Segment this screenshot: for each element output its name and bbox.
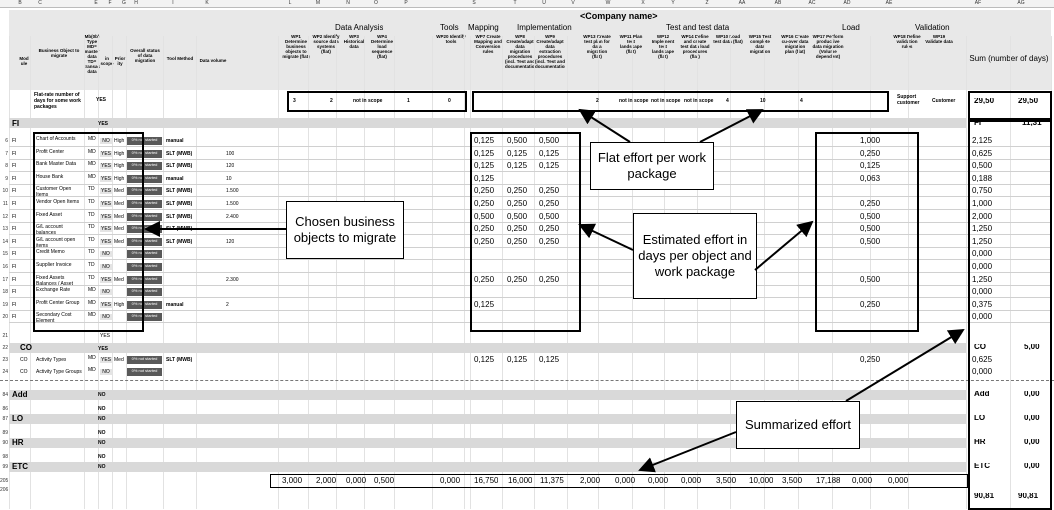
arrow-estimated-right [754,220,814,271]
arrow-estimated-left [578,223,634,251]
spreadsheet: B C E F G H I K L M N O P S T U V W X Y Z AA AB AC AD AE AF AG <Com… [0,0,1054,510]
arrow-summarized-left [638,431,737,473]
arrow-flat-left [578,108,631,143]
arrow-summarized-right [845,328,965,402]
callout-arrows [144,108,965,473]
arrow-flat-right [699,109,764,143]
